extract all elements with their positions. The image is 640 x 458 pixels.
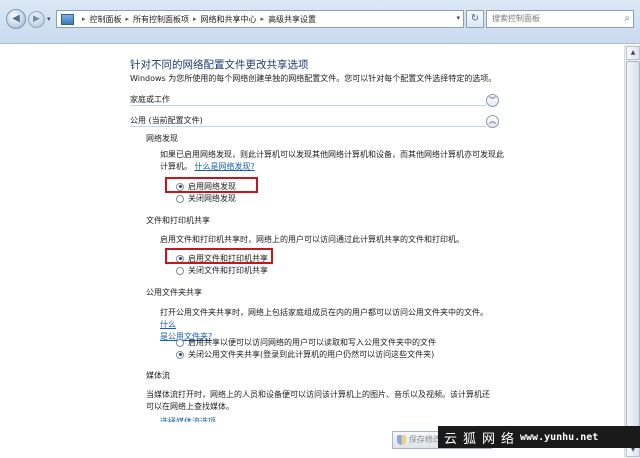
public-folder-help-link-part1[interactable]: 什么 — [160, 320, 176, 329]
watermark-text: 云狐网络 — [444, 431, 521, 447]
media-streaming-text-line2: 可以在网络上查找媒体。 — [146, 402, 234, 411]
highlight-box — [165, 177, 258, 193]
radio-label: 关闭公用文件夹共享(登录到此计算机的用户仍然可以访问这些文件夹) — [188, 350, 435, 359]
refresh-button[interactable]: ↻ — [466, 10, 484, 28]
chevron-right-icon[interactable]: ▸ — [193, 15, 197, 23]
forward-button[interactable]: ▶ — [28, 11, 45, 28]
chevron-up-icon: ︽ — [489, 117, 496, 125]
file-printer-sharing-text: 启用文件和打印机共享时，网络上的用户可以访问通过此计算机共享的文件和打印机。 — [160, 235, 464, 244]
breadcrumb-item-network-center[interactable]: 网络和共享中心 — [201, 14, 257, 25]
network-discovery-text-line1: 如果已启用网络发现，则此计算机可以发现其他网络计算机和设备，而其他网络计算机亦可… — [160, 150, 504, 159]
expand-home-work-button[interactable]: ︾ — [486, 94, 499, 107]
shield-icon — [397, 435, 406, 445]
arrow-up-icon: ▲ — [630, 49, 636, 56]
highlight-box — [165, 248, 273, 264]
refresh-icon: ↻ — [470, 13, 480, 24]
search-placeholder: 搜索控制面板 — [492, 14, 540, 23]
back-button[interactable]: ◀ — [6, 9, 26, 29]
media-streaming-options-link[interactable]: 选择媒体流选项... — [160, 416, 224, 422]
breadcrumb-item-control-panel[interactable]: 控制面板 — [90, 14, 122, 25]
radio-enable-public-folder[interactable]: 启用共享以便可以访问网络的用户可以读取和写入公用文件夹中的文件 — [176, 337, 436, 348]
address-bar-area: ◀ ▶ ▾ ▸ 控制面板 ▸ 所有控制面板项 ▸ 网络和共享中心 ▸ 高级共享设… — [0, 0, 640, 44]
profile-home-work-label[interactable]: 家庭或工作 — [130, 94, 170, 105]
scroll-up-button[interactable]: ▲ — [626, 46, 640, 60]
network-discovery-text-line2: 计算机。 — [160, 162, 192, 171]
search-input[interactable]: 搜索控制面板 ⌕ — [486, 10, 634, 28]
radio-label: 关闭文件和打印机共享 — [188, 266, 268, 275]
radio-label: 启用共享以便可以访问网络的用户可以读取和写入公用文件夹中的文件 — [188, 338, 436, 347]
page-title: 针对不同的网络配置文件更改共享选项 — [130, 59, 309, 71]
radio-disable-public-folder[interactable]: 关闭公用文件夹共享(登录到此计算机的用户仍然可以访问这些文件夹) — [176, 349, 434, 360]
radio-label: 关闭网络发现 — [188, 194, 236, 203]
network-discovery-help-link[interactable]: 什么是网络发现? — [195, 162, 255, 171]
search-icon[interactable]: ⌕ — [624, 11, 630, 27]
public-folder-sharing-text-line1: 打开公用文件夹共享时，网络上包括家庭组成员在内的用户都可以访问公用文件夹中的文件… — [160, 308, 488, 317]
chevron-right-icon[interactable]: ▸ — [82, 15, 86, 23]
breadcrumb-item-advanced-sharing[interactable]: 高级共享设置 — [268, 14, 316, 25]
breadcrumb[interactable]: ▸ 控制面板 ▸ 所有控制面板项 ▸ 网络和共享中心 ▸ 高级共享设置 ▾ — [56, 10, 464, 28]
radio-button[interactable] — [176, 266, 184, 275]
chevron-down-icon: ︾ — [489, 96, 496, 104]
profile-public-label[interactable]: 公用 (当前配置文件) — [130, 115, 203, 126]
content-pane: 针对不同的网络配置文件更改共享选项 Windows 为您所使用的每个网络创建单独… — [0, 45, 640, 458]
arrow-left-icon: ◀ — [12, 13, 20, 24]
save-button-label: 保存修改 — [409, 435, 441, 444]
scrollbar-thumb[interactable] — [626, 61, 640, 451]
radio-disable-file-sharing[interactable]: 关闭文件和打印机共享 — [176, 265, 268, 276]
control-panel-icon — [61, 13, 74, 25]
radio-button[interactable] — [176, 338, 184, 347]
watermark-url: www.yunhu.net — [520, 431, 599, 443]
breadcrumb-item-all-items[interactable]: 所有控制面板项 — [133, 14, 189, 25]
radio-disable-network-discovery[interactable]: 关闭网络发现 — [176, 193, 236, 204]
public-folder-sharing-title: 公用文件夹共享 — [146, 288, 202, 297]
network-discovery-text: 如果已启用网络发现，则此计算机可以发现其他网络计算机和设备，而其他网络计算机亦可… — [160, 149, 504, 173]
chevron-right-icon[interactable]: ▸ — [126, 15, 130, 23]
radio-button-checked[interactable] — [176, 350, 184, 359]
collapse-public-button[interactable]: ︽ — [486, 115, 499, 128]
divider — [130, 105, 486, 106]
radio-button[interactable] — [176, 194, 184, 203]
network-discovery-title: 网络发现 — [146, 134, 178, 143]
chevron-right-icon[interactable]: ▸ — [261, 15, 265, 23]
media-streaming-text-line1: 当媒体流打开时，网络上的人员和设备便可以访问该计算机上的图片、音乐以及视频。该计… — [146, 390, 490, 399]
chevron-down-icon[interactable]: ▾ — [456, 14, 460, 22]
divider — [130, 126, 486, 127]
arrow-right-icon: ▶ — [33, 14, 40, 24]
media-streaming-text: 当媒体流打开时，网络上的人员和设备便可以访问该计算机上的图片、音乐以及视频。该计… — [146, 389, 490, 413]
watermark: 云狐网络 www.yunhu.net — [438, 426, 640, 448]
media-streaming-title: 媒体流 — [146, 371, 170, 380]
page-description: Windows 为您所使用的每个网络创建单独的网络配置文件。您可以针对每个配置文… — [130, 74, 497, 83]
vertical-scrollbar[interactable]: ▲ ▼ — [624, 45, 640, 458]
file-printer-sharing-title: 文件和打印机共享 — [146, 216, 210, 225]
history-dropdown-icon[interactable]: ▾ — [47, 15, 51, 23]
